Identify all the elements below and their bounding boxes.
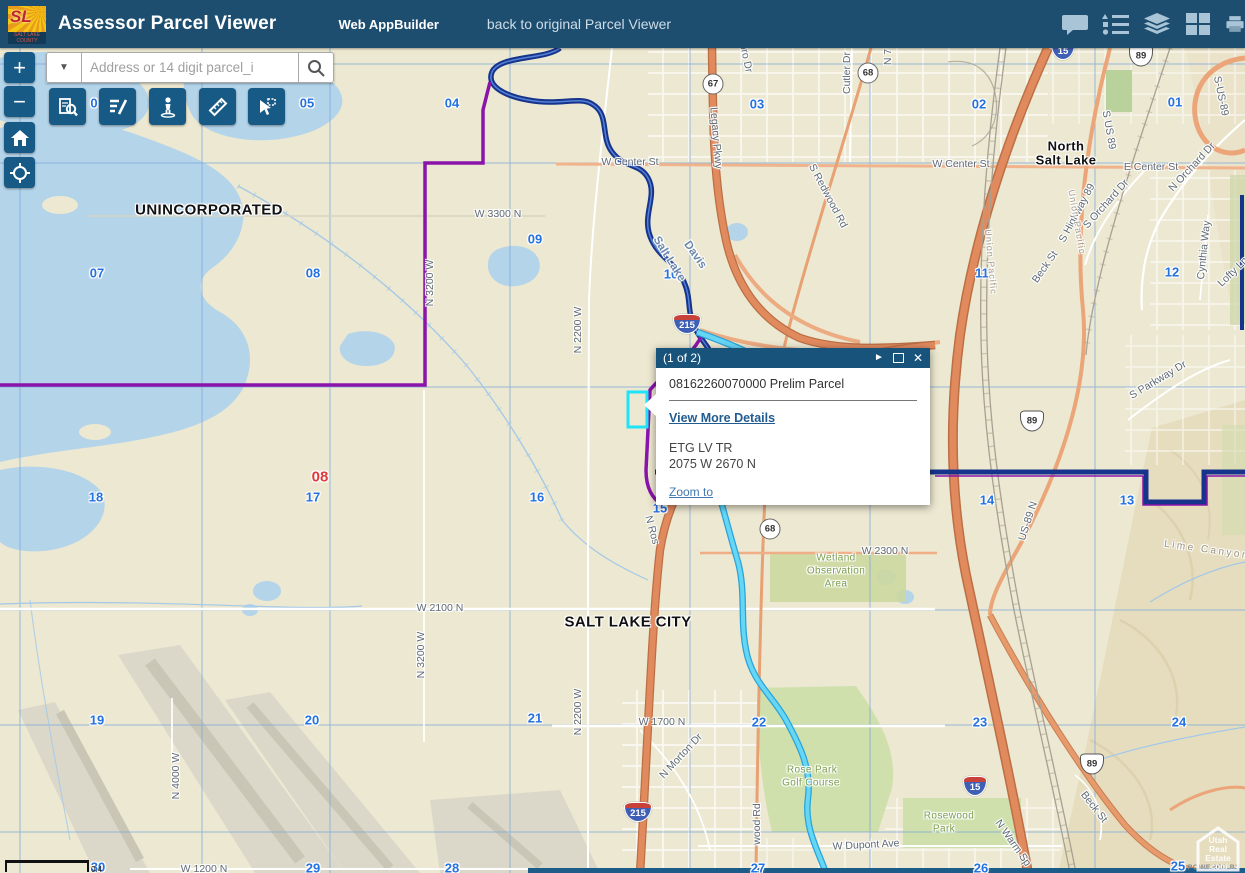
- owner-name: ETG LV TR: [669, 440, 917, 456]
- menu-back-to-original[interactable]: back to original Parcel Viewer: [487, 16, 671, 32]
- parcel-address: 2075 W 2670 N: [669, 456, 917, 472]
- minus-icon: −: [13, 91, 26, 113]
- parcel-search-icon: [57, 96, 79, 118]
- street-view-tool-button[interactable]: [149, 88, 186, 125]
- assessor-parcel-viewer-app: 0504030201007080910111218171615141319202…: [0, 0, 1245, 873]
- logo-subtext: SALT LAKECOUNTY: [8, 32, 46, 44]
- basemap-gallery-icon[interactable]: [1184, 12, 1212, 36]
- home-button[interactable]: [4, 122, 35, 153]
- measure-tool-button[interactable]: [199, 88, 236, 125]
- chevron-down-icon: ▼: [59, 62, 69, 73]
- app-header: SL SALT LAKECOUNTY Assessor Parcel Viewe…: [0, 0, 1245, 48]
- popup-title: 08162260070000 Prelim Parcel: [669, 377, 917, 391]
- page-title: Assessor Parcel Viewer: [58, 13, 276, 35]
- attribute-edit-icon: [107, 96, 129, 118]
- search-button[interactable]: [299, 52, 334, 83]
- logo-abbr: SL: [10, 7, 32, 27]
- search-widget: ▼: [46, 52, 334, 83]
- popup-close-icon[interactable]: ✕: [913, 352, 923, 364]
- popup-pager: (1 of 2): [663, 351, 701, 365]
- salt-lake-county-logo: SL SALT LAKECOUNTY: [8, 6, 46, 44]
- search-input[interactable]: [82, 52, 299, 83]
- popup-header[interactable]: (1 of 2) ► ✕: [656, 348, 930, 368]
- print-icon[interactable]: [1225, 12, 1245, 36]
- locate-icon: [10, 163, 30, 183]
- zoom-in-button[interactable]: +: [4, 52, 35, 83]
- view-more-details-link[interactable]: View More Details: [669, 411, 775, 425]
- divider: [669, 400, 917, 401]
- street-view-icon: [157, 96, 179, 118]
- zoom-out-button[interactable]: −: [4, 86, 35, 117]
- popup-maximize-icon[interactable]: [893, 353, 904, 363]
- parcel-search-tool-button[interactable]: [49, 88, 86, 125]
- locate-button[interactable]: [4, 157, 35, 188]
- scalebar-label: 0.4: [91, 865, 102, 873]
- attribute-edit-tool-button[interactable]: [99, 88, 136, 125]
- plus-icon: +: [13, 57, 26, 79]
- home-icon: [11, 130, 29, 146]
- attribution-strip: [528, 868, 1245, 873]
- map-canvas[interactable]: [0, 0, 1245, 873]
- popup-next-icon[interactable]: ►: [874, 353, 884, 363]
- parcel-popup: (1 of 2) ► ✕ 08162260070000 Prelim Parce…: [656, 348, 930, 505]
- zoom-to-link[interactable]: Zoom to: [669, 485, 713, 499]
- layers-icon[interactable]: [1143, 12, 1171, 36]
- comment-bubble-icon[interactable]: [1061, 12, 1089, 36]
- search-source-dropdown[interactable]: ▼: [46, 52, 82, 83]
- popup-body: 08162260070000 Prelim Parcel View More D…: [656, 368, 930, 505]
- select-icon: [256, 96, 278, 118]
- select-tool-button[interactable]: [248, 88, 285, 125]
- header-toolbar: [1061, 12, 1245, 36]
- measure-icon: [207, 96, 229, 118]
- search-icon: [307, 59, 325, 77]
- menu-web-appbuilder[interactable]: Web AppBuilder: [338, 17, 438, 32]
- legend-icon[interactable]: [1102, 12, 1130, 36]
- parcel-owner-address: ETG LV TR 2075 W 2670 N: [669, 440, 917, 473]
- scalebar: 0.4: [5, 860, 89, 872]
